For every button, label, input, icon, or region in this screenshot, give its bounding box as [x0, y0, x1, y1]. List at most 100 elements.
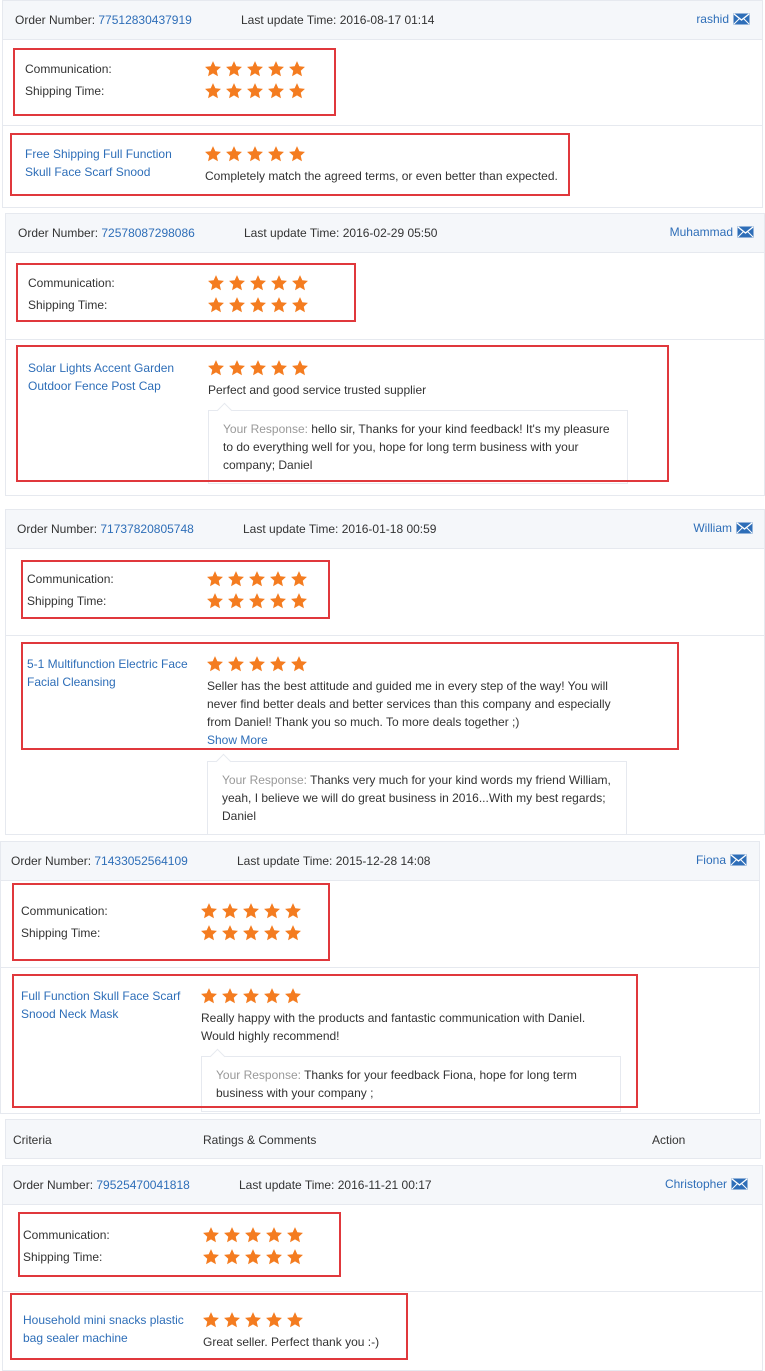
star-icon	[208, 360, 224, 376]
order-number: Order Number: 72578087298086	[18, 226, 195, 240]
mail-icon[interactable]	[736, 522, 753, 534]
star-icon	[249, 571, 265, 587]
buyer-name[interactable]: Muhammad	[670, 225, 733, 239]
communication-label: Communication:	[28, 276, 115, 290]
star-icon	[203, 1312, 219, 1328]
buyer-link[interactable]: Muhammad	[670, 225, 754, 239]
star-icon	[205, 146, 221, 162]
communication-label: Communication:	[23, 1228, 110, 1242]
star-icon	[285, 903, 301, 919]
product-link[interactable]: Solar Lights Accent Garden Outdoor Fence…	[28, 359, 203, 395]
star-icon	[291, 593, 307, 609]
star-icon	[228, 656, 244, 672]
shipping-time-rating	[206, 592, 308, 610]
order-number-link[interactable]: 71433052564109	[94, 854, 187, 868]
star-icon	[205, 83, 221, 99]
buyer-name[interactable]: rashid	[696, 12, 729, 26]
star-icon	[287, 1312, 303, 1328]
shipping-time-label: Shipping Time:	[25, 84, 105, 98]
star-icon	[270, 656, 286, 672]
star-icon	[201, 988, 217, 1004]
star-icon	[266, 1312, 282, 1328]
mail-icon[interactable]	[731, 1178, 748, 1190]
star-icon	[289, 146, 305, 162]
star-icon	[249, 656, 265, 672]
review-header: Order Number: 71737820805748 Last update…	[6, 510, 764, 549]
star-icon	[247, 146, 263, 162]
star-icon	[247, 61, 263, 77]
buyer-link[interactable]: Christopher	[665, 1177, 748, 1191]
star-icon	[266, 1227, 282, 1243]
star-icon	[291, 571, 307, 587]
star-icon	[245, 1249, 261, 1265]
star-icon	[271, 275, 287, 291]
mail-icon[interactable]	[730, 854, 747, 866]
mail-icon[interactable]	[737, 226, 754, 238]
star-icon	[291, 656, 307, 672]
star-icon	[201, 925, 217, 941]
section-divider	[1, 967, 759, 968]
star-icon	[250, 360, 266, 376]
star-icon	[243, 925, 259, 941]
seller-response: Your Response: Thanks very much for your…	[207, 761, 627, 835]
star-icon	[243, 988, 259, 1004]
order-number: Order Number: 77512830437919	[15, 13, 192, 27]
communication-rating	[207, 274, 309, 292]
buyer-name[interactable]: Christopher	[665, 1177, 727, 1191]
star-icon	[207, 593, 223, 609]
buyer-name[interactable]: Fiona	[696, 853, 726, 867]
last-update: Last update Time: 2015-12-28 14:08	[237, 854, 430, 868]
star-icon	[270, 593, 286, 609]
star-icon	[203, 1249, 219, 1265]
mail-icon[interactable]	[733, 13, 750, 25]
star-icon	[292, 297, 308, 313]
product-link[interactable]: 5-1 Multifunction Electric Face Facial C…	[27, 655, 202, 691]
star-icon	[228, 571, 244, 587]
buyer-link[interactable]: William	[693, 521, 753, 535]
response-label: Your Response:	[223, 422, 308, 436]
star-icon	[229, 360, 245, 376]
ratings-column-header: Ratings & Comments	[203, 1133, 317, 1147]
order-number-link[interactable]: 71737820805748	[100, 522, 193, 536]
star-icon	[243, 903, 259, 919]
show-more-link[interactable]: Show More	[207, 733, 268, 747]
communication-label: Communication:	[25, 62, 112, 76]
review-comment: Great seller. Perfect thank you :-)	[203, 1335, 380, 1349]
buyer-link[interactable]: rashid	[696, 12, 750, 26]
star-icon	[228, 593, 244, 609]
order-number-link[interactable]: 72578087298086	[101, 226, 194, 240]
star-icon	[289, 83, 305, 99]
buyer-link[interactable]: Fiona	[696, 853, 747, 867]
communication-label: Communication:	[21, 904, 108, 918]
product-link[interactable]: Full Function Skull Face Scarf Snood Nec…	[21, 987, 196, 1023]
star-icon	[222, 903, 238, 919]
star-icon	[287, 1227, 303, 1243]
column-header-bar: Criteria Ratings & Comments Action	[5, 1119, 761, 1159]
star-icon	[224, 1312, 240, 1328]
star-icon	[249, 593, 265, 609]
star-icon	[205, 61, 221, 77]
product-rating	[204, 145, 306, 163]
order-number-link[interactable]: 79525470041818	[96, 1178, 189, 1192]
product-link[interactable]: Household mini snacks plastic bag sealer…	[23, 1311, 198, 1347]
buyer-name[interactable]: William	[693, 521, 732, 535]
review-header: Order Number: 79525470041818 Last update…	[3, 1166, 762, 1205]
star-icon	[208, 297, 224, 313]
star-icon	[268, 83, 284, 99]
communication-label: Communication:	[27, 572, 114, 586]
communication-rating	[206, 570, 308, 588]
shipping-time-rating	[200, 924, 302, 942]
star-icon	[266, 1249, 282, 1265]
response-label: Your Response:	[216, 1068, 301, 1082]
star-icon	[270, 571, 286, 587]
product-link[interactable]: Free Shipping Full Function Skull Face S…	[25, 145, 200, 181]
review-comment: Completely match the agreed terms, or ev…	[205, 169, 558, 183]
star-icon	[224, 1249, 240, 1265]
last-update-value: 2016-08-17 01:14	[339, 13, 435, 27]
star-icon	[208, 275, 224, 291]
order-number-link[interactable]: 77512830437919	[98, 13, 191, 27]
review-card: Order Number: 72578087298086 Last update…	[5, 213, 765, 496]
communication-rating	[204, 60, 306, 78]
star-icon	[245, 1227, 261, 1243]
product-rating	[206, 655, 308, 673]
